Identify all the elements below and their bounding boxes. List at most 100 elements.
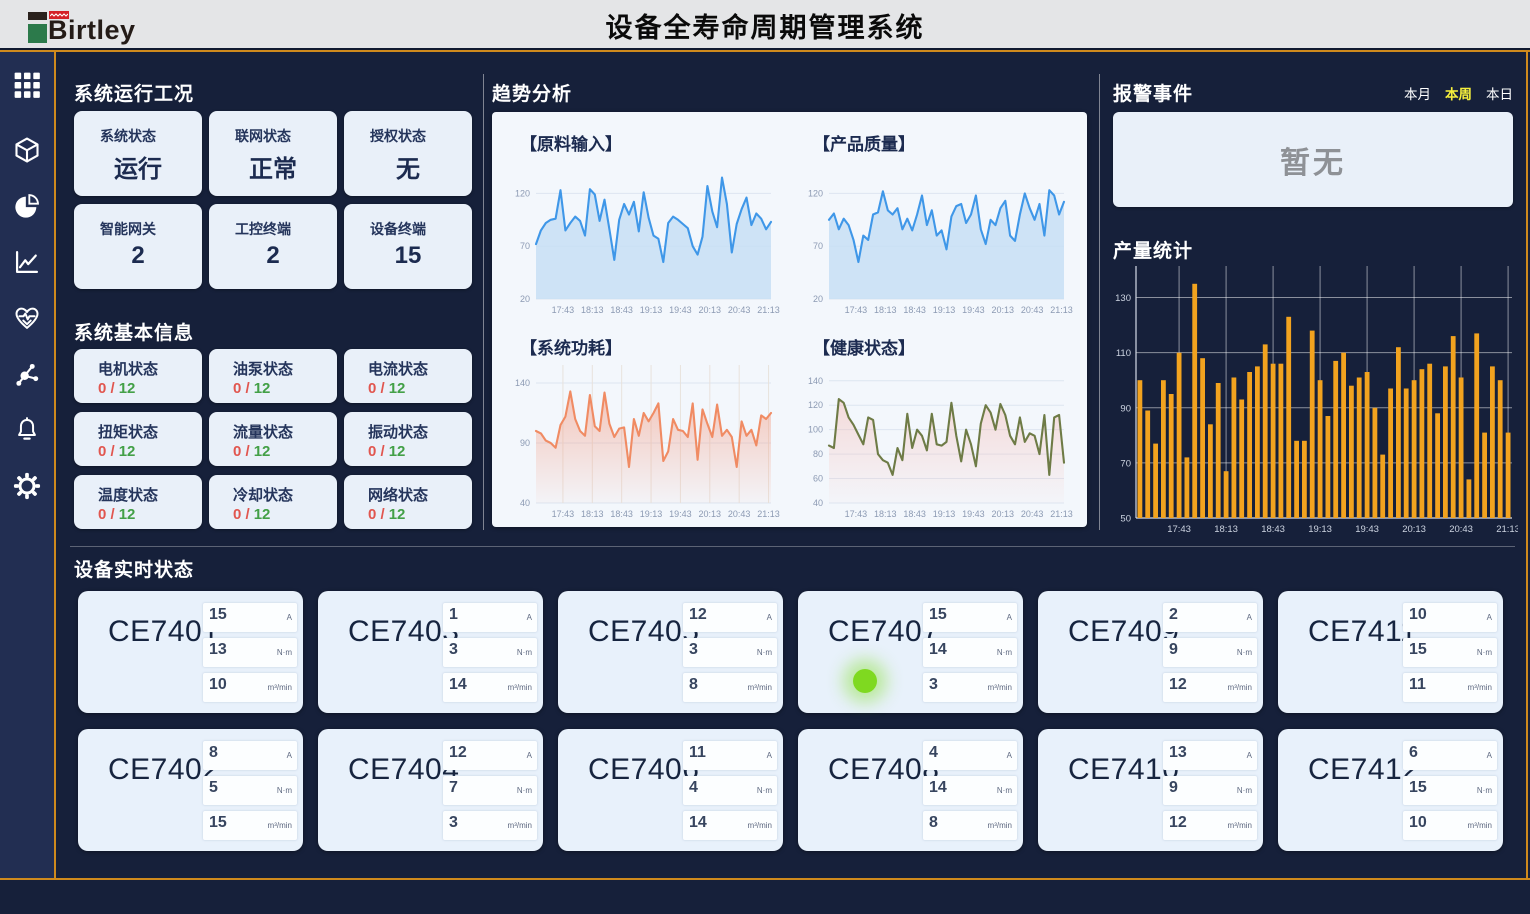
device-card[interactable]: CE7408 4 A 14 N·m 8 m³/min: [798, 729, 1023, 851]
section-title-production: 产量统计: [1113, 236, 1193, 263]
device-metric-unit: A: [287, 751, 292, 760]
device-metric-box: 14 N·m: [923, 776, 1017, 805]
svg-text:20:13: 20:13: [992, 509, 1015, 519]
sidebar-line-chart-icon[interactable]: [13, 248, 41, 276]
svg-text:18:43: 18:43: [1261, 524, 1285, 535]
alarm-tab[interactable]: 本周: [1445, 83, 1472, 103]
device-metric-value: 2: [1169, 606, 1178, 624]
device-card[interactable]: CE7401 15 A 13 N·m 10 m³/min: [78, 591, 303, 713]
svg-text:18:13: 18:13: [581, 305, 604, 315]
device-metric-unit: A: [767, 613, 772, 622]
device-metric-unit: A: [1247, 613, 1252, 622]
sidebar-network-nodes-icon[interactable]: [13, 360, 41, 388]
device-metric-value: 15: [1409, 641, 1427, 659]
system-info-card: 冷却状态 0 /12: [209, 475, 337, 529]
device-card[interactable]: CE7412 6 A 15 N·m 10 m³/min: [1278, 729, 1503, 851]
alarm-count: 0 /: [368, 506, 385, 523]
trend-chart-product-quality: 【产品质量】207012017:4318:1318:4319:1319:4320…: [791, 118, 1078, 316]
alarm-tab[interactable]: 本日: [1486, 83, 1513, 103]
sidebar-pie-chart-icon[interactable]: [13, 192, 41, 220]
device-metric-box: 13 N·m: [203, 638, 297, 667]
equipment-lifecycle-dashboard: { "header": { "brand": "Birtley", "title…: [0, 0, 1530, 914]
svg-text:20:13: 20:13: [992, 305, 1015, 315]
device-metric-value: 10: [1409, 814, 1427, 832]
device-metric-value: 14: [689, 814, 707, 832]
device-metric-value: 13: [1169, 744, 1187, 762]
device-metric-value: 12: [1169, 814, 1187, 832]
device-metric-value: 6: [1409, 744, 1418, 762]
sidebar-cube-icon[interactable]: [13, 136, 41, 164]
svg-text:18:13: 18:13: [1214, 524, 1238, 535]
device-metric-value: 9: [1169, 641, 1178, 659]
info-card-label: 电机状态: [98, 358, 202, 379]
devices-section-divider: [70, 546, 1515, 547]
device-metric-unit: N·m: [277, 648, 292, 657]
device-card[interactable]: CE7407 15 A 14 N·m 3 m³/min: [798, 591, 1023, 713]
trend-analysis-panel: 【原料输入】207012017:4318:1318:4319:1319:4320…: [492, 112, 1087, 527]
section-title-trend: 趋势分析: [492, 79, 572, 106]
device-metrics: 10 A 15 N·m 11 m³/min: [1403, 603, 1497, 702]
svg-text:19:43: 19:43: [962, 305, 985, 315]
sidebar-apps-grid-icon[interactable]: [13, 71, 41, 99]
sidebar-bell-icon[interactable]: [13, 416, 41, 444]
svg-text:19:43: 19:43: [1355, 524, 1379, 535]
alarm-tab[interactable]: 本月: [1404, 83, 1431, 103]
svg-text:70: 70: [813, 241, 823, 251]
info-card-count: 0 /12: [368, 380, 472, 397]
device-metric-box: 10 m³/min: [1403, 811, 1497, 840]
system-status-card: 授权状态 无: [344, 111, 472, 196]
device-metric-unit: m³/min: [1468, 683, 1492, 692]
trend-chart-title: 【系统功耗】: [520, 334, 785, 359]
device-name: CE7411: [1308, 615, 1417, 649]
device-card[interactable]: CE7403 1 A 3 N·m 14 m³/min: [318, 591, 543, 713]
device-metric-unit: N·m: [757, 648, 772, 657]
device-metric-unit: N·m: [1237, 786, 1252, 795]
device-metrics: 8 A 5 N·m 15 m³/min: [203, 741, 297, 840]
svg-text:20:43: 20:43: [1021, 509, 1044, 519]
alarm-period-tabs: 本月本周本日: [1380, 83, 1513, 103]
info-card-count: 0 /12: [233, 443, 337, 460]
device-metric-value: 13: [209, 641, 227, 659]
device-metric-unit: m³/min: [268, 683, 292, 692]
info-card-label: 电流状态: [368, 358, 472, 379]
device-metric-box: 10 m³/min: [203, 673, 297, 702]
device-metric-value: 1: [449, 606, 458, 624]
device-metric-box: 3 m³/min: [443, 811, 537, 840]
total-count: 12: [119, 443, 136, 460]
svg-text:80: 80: [813, 449, 823, 459]
sidebar-gear-icon[interactable]: [13, 472, 41, 500]
device-metric-unit: m³/min: [268, 821, 292, 830]
svg-text:110: 110: [1116, 348, 1131, 359]
device-metric-value: 8: [689, 676, 698, 694]
status-card-value: 无: [344, 149, 472, 184]
device-metric-value: 3: [689, 641, 698, 659]
device-card[interactable]: CE7411 10 A 15 N·m 11 m³/min: [1278, 591, 1503, 713]
device-card[interactable]: CE7410 13 A 9 N·m 12 m³/min: [1038, 729, 1263, 851]
device-metric-value: 7: [449, 779, 458, 797]
device-card[interactable]: CE7409 2 A 9 N·m 12 m³/min: [1038, 591, 1263, 713]
svg-text:17:43: 17:43: [552, 305, 575, 315]
system-info-card: 扭矩状态 0 /12: [74, 412, 202, 466]
svg-text:20:13: 20:13: [1402, 524, 1426, 535]
device-metric-value: 14: [929, 641, 947, 659]
device-card[interactable]: CE7402 8 A 5 N·m 15 m³/min: [78, 729, 303, 851]
svg-text:120: 120: [808, 400, 823, 410]
device-card[interactable]: CE7406 11 A 4 N·m 14 m³/min: [558, 729, 783, 851]
device-card[interactable]: CE7404 12 A 7 N·m 3 m³/min: [318, 729, 543, 851]
system-info-card: 振动状态 0 /12: [344, 412, 472, 466]
sidebar-health-monitor-icon[interactable]: [13, 304, 41, 332]
device-metric-unit: A: [1007, 613, 1012, 622]
device-metrics: 12 A 7 N·m 3 m³/min: [443, 741, 537, 840]
device-metric-box: 14 m³/min: [683, 811, 777, 840]
system-info-card: 流量状态 0 /12: [209, 412, 337, 466]
device-card[interactable]: CE7405 12 A 3 N·m 8 m³/min: [558, 591, 783, 713]
device-metric-unit: N·m: [997, 786, 1012, 795]
trend-chart-title: 【产品质量】: [813, 130, 1078, 155]
info-card-label: 扭矩状态: [98, 421, 202, 442]
device-metric-value: 15: [929, 606, 947, 624]
svg-text:20:43: 20:43: [1449, 524, 1473, 535]
status-card-label: 工控终端: [235, 219, 337, 239]
device-metric-unit: A: [1487, 751, 1492, 760]
device-metric-unit: A: [527, 613, 532, 622]
device-metric-value: 11: [1409, 676, 1426, 694]
